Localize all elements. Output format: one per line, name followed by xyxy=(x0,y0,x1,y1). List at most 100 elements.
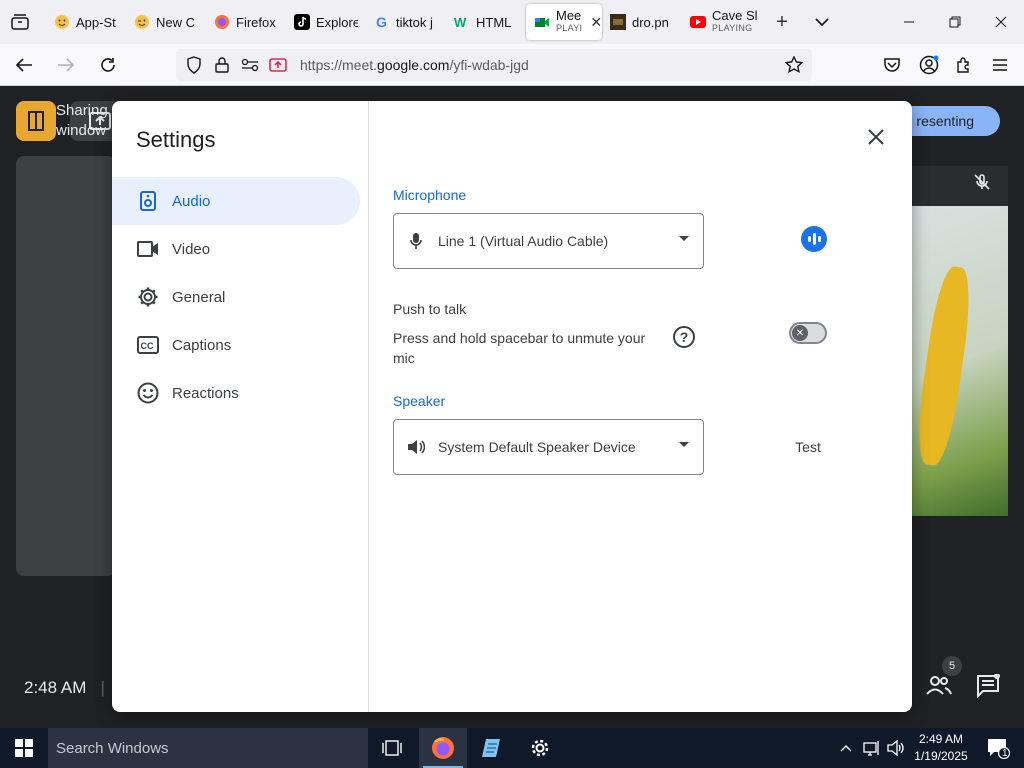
help-icon[interactable]: ? xyxy=(673,326,695,348)
people-icon xyxy=(926,676,952,695)
tab-playing-label: PLAYING xyxy=(712,23,753,33)
push-to-talk-toggle[interactable]: ✕ xyxy=(789,322,827,344)
pocket-button[interactable] xyxy=(874,44,910,86)
show-hidden-icons-button[interactable] xyxy=(836,728,856,768)
tab-title: Firefox xyxy=(236,14,276,30)
speaker-select[interactable]: System Default Speaker Device xyxy=(393,419,704,475)
lock-icon[interactable] xyxy=(208,49,236,81)
extensions-button[interactable] xyxy=(946,44,982,86)
people-button[interactable] xyxy=(926,674,952,701)
volume-icon xyxy=(887,740,904,756)
speaker-label: Speaker xyxy=(393,393,446,409)
level-bar xyxy=(807,236,811,242)
taskbar-notepad[interactable] xyxy=(468,728,516,768)
account-button[interactable] xyxy=(911,44,947,86)
new-tab-button[interactable]: + xyxy=(762,0,802,44)
action-center-button[interactable]: 1 xyxy=(978,728,1018,768)
reload-button[interactable] xyxy=(90,49,126,81)
participant-tile-header xyxy=(912,166,1008,206)
network-button[interactable] xyxy=(860,728,884,768)
windows-search-box[interactable]: Search Windows xyxy=(48,728,368,768)
minimize-icon xyxy=(904,21,914,23)
dropdown-arrow-icon xyxy=(679,442,689,447)
level-bar xyxy=(817,236,821,242)
close-icon xyxy=(995,16,1007,28)
puzzle-icon xyxy=(957,57,969,73)
url-bar[interactable]: https://meet.google.com/yfi-wdab-jgd xyxy=(176,49,812,81)
arrow-left-icon xyxy=(15,57,32,72)
speaker-icon xyxy=(136,189,160,213)
list-all-tabs-button[interactable] xyxy=(802,0,842,44)
chevron-down-icon xyxy=(815,18,829,27)
firefox-icon xyxy=(432,737,454,759)
test-speaker-button[interactable]: Test xyxy=(784,435,832,459)
permissions-icon[interactable] xyxy=(236,49,264,81)
tab-explore[interactable]: Explore xyxy=(286,4,366,40)
app-menu-button[interactable] xyxy=(982,44,1018,86)
account-icon xyxy=(919,55,939,75)
maximize-button[interactable] xyxy=(932,0,978,44)
meet-room-icon xyxy=(28,111,44,131)
navigation-toolbar: https://meet.google.com/yfi-wdab-jgd xyxy=(0,44,1024,86)
close-window-button[interactable] xyxy=(978,0,1024,44)
settings-nav-general[interactable]: General xyxy=(112,273,360,321)
tab-firefox[interactable]: Firefox xyxy=(206,4,286,40)
settings-nav-reactions[interactable]: Reactions xyxy=(112,369,360,417)
emoji-smile-icon xyxy=(54,14,70,30)
forward-button[interactable] xyxy=(48,49,84,81)
tab-tiktok-search[interactable]: G tiktok j xyxy=(366,4,446,40)
tab-list-button[interactable] xyxy=(0,0,40,44)
image-thumb-icon xyxy=(610,14,626,30)
settings-nav-label: Captions xyxy=(172,336,232,354)
url-domain: google.com xyxy=(377,57,450,73)
microphone-icon xyxy=(406,231,426,251)
taskbar-settings[interactable] xyxy=(516,728,564,768)
google-meet-icon xyxy=(534,14,550,30)
arrow-right-icon xyxy=(58,57,75,72)
chat-button[interactable] xyxy=(976,673,1000,703)
settings-nav-label: Audio xyxy=(172,192,211,210)
settings-nav-video[interactable]: Video xyxy=(112,225,360,273)
tab-html[interactable]: W HTML xyxy=(446,4,526,40)
tab-dro[interactable]: dro.pn xyxy=(602,4,682,40)
meeting-clock: 2:48 AM xyxy=(24,678,87,697)
taskbar-time: 2:49 AM xyxy=(918,732,964,746)
tab-cave[interactable]: Cave Sl PLAYING xyxy=(682,4,762,40)
taskbar-clock[interactable]: 2:49 AM 1/19/2025 xyxy=(906,731,976,765)
taskbar-firefox[interactable] xyxy=(419,728,467,768)
tab-new-c[interactable]: New C xyxy=(126,4,206,40)
tab-app-store[interactable]: App-St xyxy=(46,4,126,40)
close-dialog-button[interactable] xyxy=(860,121,892,153)
gear-icon xyxy=(531,739,549,757)
settings-nav-audio[interactable]: Audio xyxy=(112,177,360,225)
video-camera-icon xyxy=(136,237,160,261)
back-button[interactable] xyxy=(6,49,42,81)
microphone-label: Microphone xyxy=(393,187,467,203)
volume-button[interactable] xyxy=(884,728,908,768)
settings-nav-captions[interactable]: CC Captions xyxy=(112,321,360,369)
task-view-button[interactable] xyxy=(368,728,416,768)
shield-icon[interactable] xyxy=(180,49,208,81)
speaker-value: System Default Speaker Device xyxy=(438,439,636,455)
tab-close-button[interactable]: ✕ xyxy=(590,14,602,31)
svg-text:CC: CC xyxy=(141,341,154,351)
meet-home-button[interactable] xyxy=(16,101,56,141)
start-button[interactable] xyxy=(0,728,48,768)
participant-count-badge: 5 xyxy=(942,656,962,676)
url-path: /yfi-wdab-jgd xyxy=(449,57,529,73)
sharing-notice: Sharing y window xyxy=(56,101,112,141)
tab-title: New C xyxy=(156,14,196,30)
url-prefix: https://meet. xyxy=(300,57,378,73)
bookmark-star-icon[interactable] xyxy=(780,49,808,81)
network-icon xyxy=(863,741,879,756)
microphone-select[interactable]: Line 1 (Virtual Audio Cable) xyxy=(393,213,704,269)
time-divider: | xyxy=(100,678,105,697)
screen-share-indicator-icon[interactable] xyxy=(264,49,292,81)
youtube-icon xyxy=(690,14,706,30)
tab-meet[interactable]: Mee PLAYI ✕ xyxy=(526,4,602,40)
windows-logo-icon xyxy=(15,739,33,757)
tab-list-icon xyxy=(11,14,29,30)
tab-playing-label: PLAYI xyxy=(556,23,583,33)
pocket-icon xyxy=(884,58,900,72)
minimize-button[interactable] xyxy=(886,0,932,44)
